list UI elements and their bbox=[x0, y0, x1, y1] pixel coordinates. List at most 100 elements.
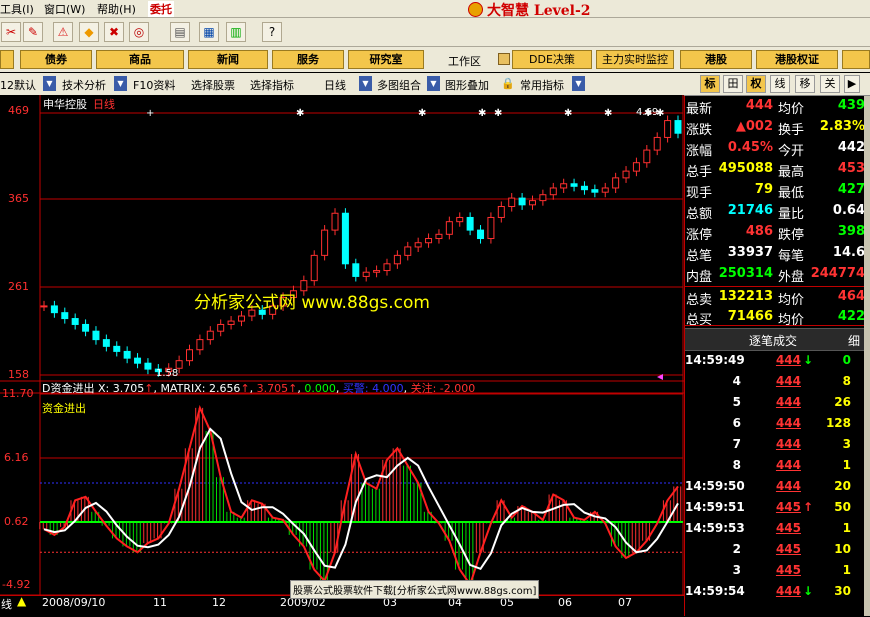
trade-row: 14:59:53 445 1 bbox=[685, 521, 865, 541]
nav-monitor-button[interactable]: 主力实时监控 bbox=[596, 50, 674, 69]
chart-area[interactable]: + ✱ ✱ ✱ ✱ ✱ ✱ ✱ ✱ bbox=[0, 95, 684, 616]
nav-hk-warrant-button[interactable]: 港股权证 bbox=[756, 50, 838, 69]
dropdown-icon[interactable]: ▼ bbox=[572, 76, 585, 91]
candle bbox=[560, 183, 568, 189]
tab-common-indicator[interactable]: 常用指标 bbox=[520, 77, 564, 93]
close-button[interactable]: 关 bbox=[820, 75, 840, 93]
nav-bonds-button[interactable]: 债券 bbox=[20, 50, 92, 69]
candle bbox=[508, 197, 516, 208]
candle bbox=[591, 189, 599, 193]
menubar: 工具(I) 窗口(W) 帮助(H) 委托 大智慧 Level-2 bbox=[0, 0, 870, 19]
quote-value: 2.83% bbox=[819, 119, 865, 134]
candle bbox=[664, 120, 672, 138]
candle bbox=[134, 357, 142, 364]
help-pointer-icon[interactable]: ? bbox=[262, 22, 282, 42]
diamond-icon[interactable]: ◆ bbox=[79, 22, 99, 42]
alert-icon[interactable]: ⚠ bbox=[53, 22, 73, 42]
dropdown-icon[interactable]: ▼ bbox=[43, 76, 56, 91]
dropdown-icon[interactable]: ▼ bbox=[427, 76, 440, 91]
quote-label: 最高 bbox=[778, 165, 805, 180]
tab-select-stock[interactable]: 选择股票 bbox=[191, 77, 235, 93]
trade-price: 444 bbox=[775, 479, 801, 493]
window-layout-icon[interactable]: ▦ bbox=[199, 22, 219, 42]
pencil-icon[interactable]: ✎ bbox=[23, 22, 43, 42]
price-tick: 469 bbox=[8, 104, 29, 117]
trade-time: 14:59:50 bbox=[685, 479, 745, 493]
quote-label: 均价 bbox=[778, 293, 805, 308]
quote-label: 总笔 bbox=[686, 249, 713, 264]
date-label: 06 bbox=[558, 596, 572, 609]
tabbar: 12默认 ▼ 技术分析 ▼ F10资料 选择股票 选择指标 日线 ▼ 多图组合 … bbox=[0, 73, 870, 96]
trade-row: 14:59:50 444 20 bbox=[685, 479, 865, 499]
trade-volume: 3 bbox=[842, 437, 851, 451]
trade-time: 4 bbox=[732, 374, 741, 388]
nav-left-stub[interactable] bbox=[0, 50, 14, 69]
ind-tick: 11.70 bbox=[2, 387, 34, 400]
event-marker[interactable]: ✱ bbox=[478, 108, 486, 119]
candle bbox=[456, 216, 464, 223]
candle bbox=[518, 197, 526, 206]
lock-icon[interactable]: 🔒 bbox=[501, 77, 515, 90]
candle bbox=[186, 349, 194, 362]
app-brand: 大智慧 Level-2 bbox=[487, 3, 591, 19]
quote-value: 33937 bbox=[727, 245, 773, 260]
tab-f10[interactable]: F10资料 bbox=[133, 77, 175, 93]
menu-window[interactable]: 窗口(W) bbox=[44, 1, 85, 17]
nav-right-stub[interactable] bbox=[842, 50, 870, 69]
price-tick: 261 bbox=[8, 280, 29, 293]
scrollbar[interactable] bbox=[864, 96, 870, 616]
candle bbox=[404, 246, 412, 256]
candle bbox=[622, 170, 630, 179]
tab-label-button[interactable]: 标 bbox=[700, 75, 720, 93]
calculator-icon[interactable]: ▥ bbox=[226, 22, 246, 42]
nav-dde-button[interactable]: DDE决策 bbox=[512, 50, 592, 69]
ind-tick: 6.16 bbox=[4, 451, 29, 464]
nav-commodity-button[interactable]: 商品 bbox=[96, 50, 184, 69]
workarea-icon[interactable] bbox=[498, 53, 510, 65]
target-icon[interactable]: ◎ bbox=[129, 22, 149, 42]
stop-icon[interactable]: ✖ bbox=[104, 22, 124, 42]
play-icon[interactable]: ▶ bbox=[844, 75, 860, 93]
candle bbox=[539, 194, 547, 202]
tab-daily[interactable]: 日线 bbox=[324, 77, 346, 93]
trade-time: 14:59:53 bbox=[685, 521, 745, 535]
tab-select-indicator[interactable]: 选择指标 bbox=[250, 77, 294, 93]
event-marker[interactable]: ✱ bbox=[296, 108, 304, 119]
rights-button[interactable]: 权 bbox=[746, 75, 766, 93]
event-marker[interactable]: ✱ bbox=[564, 108, 572, 119]
candle bbox=[497, 206, 505, 218]
event-marker[interactable]: ✱ bbox=[418, 108, 426, 119]
dropdown-icon[interactable]: ▼ bbox=[359, 76, 372, 91]
candle bbox=[393, 254, 401, 265]
nav-hk-button[interactable]: 港股 bbox=[680, 50, 752, 69]
grid-button[interactable]: 田 bbox=[723, 75, 743, 93]
event-marker[interactable]: ✱ bbox=[494, 108, 502, 119]
quote-value: 495088 bbox=[718, 161, 773, 176]
cut-icon[interactable]: ✂ bbox=[1, 22, 21, 42]
move-button[interactable]: 移 bbox=[795, 75, 815, 93]
candle bbox=[653, 136, 661, 151]
quote-value: 0.45% bbox=[727, 140, 773, 155]
candle bbox=[643, 149, 651, 164]
menu-tools[interactable]: 工具(I) bbox=[0, 1, 34, 17]
tab-overlay[interactable]: 图形叠加 bbox=[445, 77, 489, 93]
menu-help[interactable]: 帮助(H) bbox=[97, 1, 136, 17]
date-label: 11 bbox=[153, 596, 167, 609]
dropdown-icon[interactable]: ▼ bbox=[114, 76, 127, 91]
trade-price: 445 bbox=[775, 521, 801, 535]
tab-technical[interactable]: 技术分析 bbox=[62, 77, 106, 93]
chart-period: 日线 bbox=[93, 98, 115, 111]
nav-news-button[interactable]: 新闻 bbox=[188, 50, 268, 69]
triangle-up-icon[interactable]: ▲ bbox=[17, 594, 26, 608]
event-marker[interactable]: + bbox=[146, 108, 154, 119]
trades-detail-button[interactable]: 细 bbox=[848, 332, 860, 349]
chart-stock-title: 申华控股 bbox=[43, 98, 87, 111]
tab-multi-chart[interactable]: 多图组合 bbox=[377, 77, 421, 93]
print-icon[interactable]: ▤ bbox=[170, 22, 190, 42]
nav-research-button[interactable]: 研究室 bbox=[348, 50, 424, 69]
menu-entrust[interactable]: 委托 bbox=[148, 1, 174, 17]
event-marker[interactable]: ✱ bbox=[604, 108, 612, 119]
line-button[interactable]: 线 bbox=[770, 75, 790, 93]
tab-default[interactable]: 12默认 bbox=[0, 77, 36, 93]
nav-service-button[interactable]: 服务 bbox=[272, 50, 344, 69]
